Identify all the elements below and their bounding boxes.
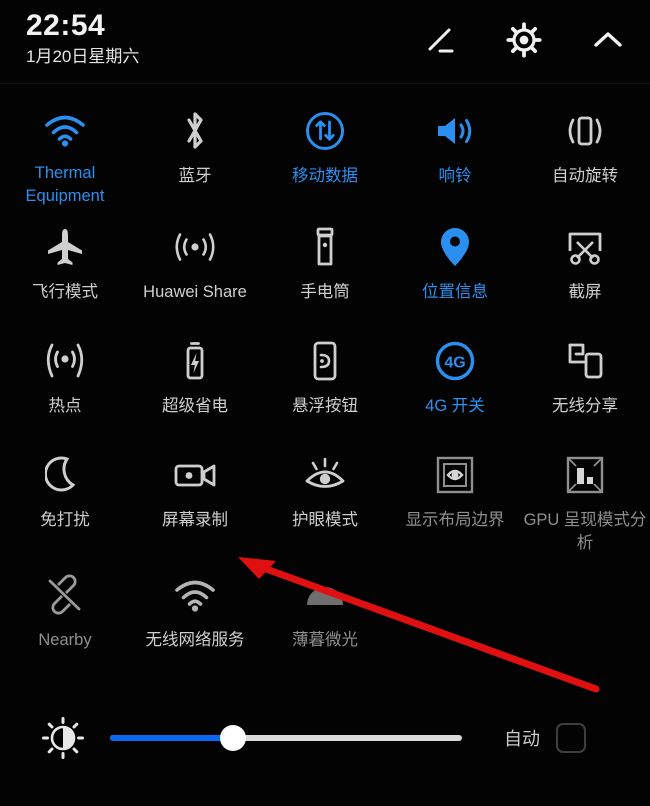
slider-fill: [110, 735, 234, 741]
tile-bluetooth[interactable]: 蓝牙: [130, 92, 260, 208]
tile-empty-slot: [390, 556, 520, 666]
tile-4g-switch[interactable]: 4G 4G 开关: [390, 322, 520, 436]
brightness-slider[interactable]: [110, 725, 462, 751]
tile-row: 热点 超级省电 悬浮按钮 4G 4G 开关 无线分享: [0, 322, 650, 436]
tile-label: 悬浮按钮: [292, 397, 358, 415]
tile-label: 蓝牙: [178, 167, 212, 185]
bluetooth-icon: [167, 106, 223, 156]
tile-huawei-share[interactable]: Huawei Share: [130, 208, 260, 322]
ringer-icon: [427, 106, 483, 156]
tile-ringer[interactable]: 响铃: [390, 92, 520, 208]
wireless-service-icon: [167, 570, 223, 620]
tile-flashlight[interactable]: 手电筒: [260, 208, 390, 322]
tile-do-not-disturb[interactable]: 免打扰: [0, 436, 130, 556]
tile-empty-slot: [520, 556, 650, 666]
tile-label: 无线网络服务: [145, 631, 245, 649]
tile-airplane-mode[interactable]: 飞行模式: [0, 208, 130, 322]
tile-row: 飞行模式 Huawei Share 手电筒 位置信息 截屏: [0, 208, 650, 322]
tile-label: 截屏: [568, 283, 602, 301]
quick-tile-grid: Thermal Equipment 蓝牙 移动数据 响铃 自动旋转 飞行模式 H…: [0, 92, 650, 666]
eye-comfort-icon: [297, 450, 353, 500]
tile-screenshot[interactable]: 截屏: [520, 208, 650, 322]
four-g-icon: 4G: [427, 336, 483, 386]
clock-date: 1月20日星期六: [26, 47, 140, 66]
tile-row: 免打扰 屏幕录制 护眼模式 显示布局边界 GPU 呈现模式分析: [0, 436, 650, 556]
wireless-share-icon: [557, 336, 613, 386]
quick-settings-panel: 22:54 1月20日星期六 Thermal Equipment 蓝牙 移动数据…: [0, 0, 650, 806]
wifi-icon: [37, 106, 93, 153]
tile-label: Thermal Equipment: [25, 164, 105, 205]
nearby-off-icon: [37, 570, 93, 620]
tile-hotspot[interactable]: 热点: [0, 322, 130, 436]
clock-block: 22:54 1月20日星期六: [26, 8, 139, 69]
huawei-share-icon: [167, 222, 223, 272]
tile-gpu-rendering[interactable]: GPU 呈现模式分析: [520, 436, 650, 556]
tile-label: 移动数据: [292, 167, 358, 185]
screen-record-icon: [167, 450, 223, 500]
floating-button-icon: [297, 336, 353, 386]
hotspot-icon: [37, 336, 93, 386]
edit-icon[interactable]: [420, 20, 460, 60]
location-pin-icon: [427, 222, 483, 272]
tile-twilight[interactable]: 薄暮微光: [260, 556, 390, 666]
auto-rotate-icon: [557, 106, 613, 156]
tile-label: Huawei Share: [143, 283, 247, 301]
auto-brightness-checkbox[interactable]: [556, 723, 586, 753]
tile-label: 超级省电: [162, 397, 228, 415]
gpu-rendering-icon: [557, 450, 613, 500]
tile-super-power-saving[interactable]: 超级省电: [130, 322, 260, 436]
airplane-icon: [37, 222, 93, 272]
tile-label: 响铃: [438, 167, 472, 185]
tile-wireless-share[interactable]: 无线分享: [520, 322, 650, 436]
tile-label: 免打扰: [40, 511, 90, 529]
tile-wifi[interactable]: Thermal Equipment: [0, 92, 130, 208]
tile-label: Nearby: [38, 631, 92, 649]
svg-text:4G: 4G: [444, 355, 465, 372]
brightness-sun-icon: [40, 715, 86, 761]
brightness-bar: 自动: [0, 700, 650, 776]
tile-nearby[interactable]: Nearby: [0, 556, 130, 666]
tile-label: 飞行模式: [32, 283, 98, 301]
tile-label: 护眼模式: [292, 511, 358, 529]
moon-icon: [37, 450, 93, 500]
tile-label: 热点: [48, 397, 82, 415]
chevron-up-icon[interactable]: [588, 20, 628, 60]
tile-label: 4G 开关: [425, 397, 485, 415]
tile-location[interactable]: 位置信息: [390, 208, 520, 322]
tile-eye-comfort[interactable]: 护眼模式: [260, 436, 390, 556]
tile-auto-rotate[interactable]: 自动旋转: [520, 92, 650, 208]
auto-brightness-control[interactable]: 自动: [504, 723, 586, 753]
tile-label: 薄暮微光: [292, 631, 358, 649]
auto-brightness-label: 自动: [504, 729, 540, 749]
tile-label: 自动旋转: [552, 167, 618, 185]
twilight-icon: [297, 570, 353, 620]
gear-icon[interactable]: [504, 20, 544, 60]
tile-row: Nearby 无线网络服务 薄暮微光: [0, 556, 650, 666]
tile-label: 位置信息: [422, 283, 488, 301]
battery-saver-icon: [167, 336, 223, 386]
tile-label: 显示布局边界: [405, 511, 505, 529]
clock-time: 22:54: [26, 9, 106, 42]
tile-layout-bounds[interactable]: 显示布局边界: [390, 436, 520, 556]
status-header: 22:54 1月20日星期六: [0, 0, 650, 84]
screenshot-icon: [557, 222, 613, 272]
slider-thumb[interactable]: [220, 725, 247, 751]
tile-floating-button[interactable]: 悬浮按钮: [260, 322, 390, 436]
tile-label: 屏幕录制: [162, 511, 228, 529]
tile-row: Thermal Equipment 蓝牙 移动数据 响铃 自动旋转: [0, 92, 650, 208]
header-actions: [420, 20, 628, 60]
tile-mobile-data[interactable]: 移动数据: [260, 92, 390, 208]
tile-label: 无线分享: [552, 397, 618, 415]
layout-bounds-icon: [427, 450, 483, 500]
tile-label: GPU 呈现模式分析: [523, 511, 647, 552]
flashlight-icon: [297, 222, 353, 272]
tile-label: 手电筒: [300, 283, 350, 301]
tile-wireless-network-service[interactable]: 无线网络服务: [130, 556, 260, 666]
mobile-data-icon: [297, 106, 353, 156]
tile-screen-record[interactable]: 屏幕录制: [130, 436, 260, 556]
